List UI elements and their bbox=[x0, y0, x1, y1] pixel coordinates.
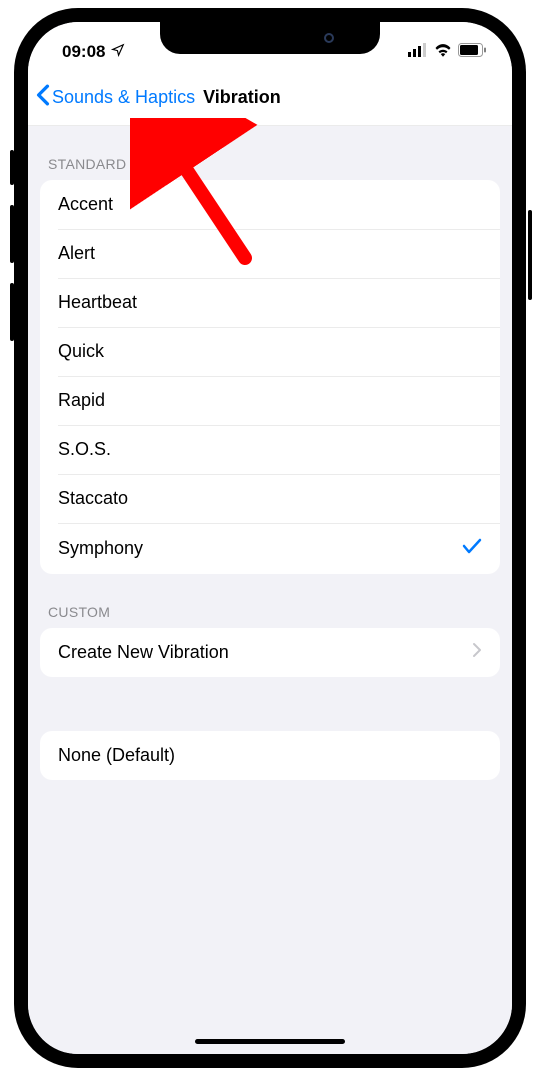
list-group-custom: Create New Vibration bbox=[40, 628, 500, 677]
content-area: STANDARD Accent Alert Heartbeat Quick Ra… bbox=[28, 126, 512, 1054]
notch bbox=[160, 22, 380, 54]
cellular-signal-icon bbox=[408, 42, 428, 62]
front-camera-icon bbox=[324, 33, 334, 43]
vibration-option-alert[interactable]: Alert bbox=[40, 229, 500, 278]
back-button[interactable]: Sounds & Haptics bbox=[36, 84, 195, 111]
vibration-option-symphony[interactable]: Symphony bbox=[40, 523, 500, 574]
list-item-label: Create New Vibration bbox=[58, 642, 229, 663]
section-header-custom: CUSTOM bbox=[28, 574, 512, 628]
section-header-standard: STANDARD bbox=[28, 126, 512, 180]
battery-icon bbox=[458, 42, 486, 62]
list-group-standard: Accent Alert Heartbeat Quick Rapid S.O.S… bbox=[40, 180, 500, 574]
vibration-option-quick[interactable]: Quick bbox=[40, 327, 500, 376]
section-header-none bbox=[28, 677, 512, 731]
home-indicator[interactable] bbox=[195, 1039, 345, 1044]
screen: 09:08 bbox=[28, 22, 512, 1054]
list-item-label: Symphony bbox=[58, 538, 143, 559]
back-label: Sounds & Haptics bbox=[52, 87, 195, 108]
side-power-button bbox=[528, 210, 532, 300]
chevron-right-icon bbox=[472, 642, 482, 663]
list-item-label: Quick bbox=[58, 341, 104, 362]
vibration-option-staccato[interactable]: Staccato bbox=[40, 474, 500, 523]
chevron-left-icon bbox=[36, 84, 50, 111]
vibration-option-none[interactable]: None (Default) bbox=[40, 731, 500, 780]
checkmark-icon bbox=[462, 537, 482, 560]
vibration-option-accent[interactable]: Accent bbox=[40, 180, 500, 229]
page-title: Vibration bbox=[203, 87, 281, 108]
phone-frame: 09:08 bbox=[14, 8, 526, 1068]
list-group-none: None (Default) bbox=[40, 731, 500, 780]
list-item-label: Alert bbox=[58, 243, 95, 264]
status-time: 09:08 bbox=[62, 42, 105, 62]
list-item-label: Rapid bbox=[58, 390, 105, 411]
list-item-label: Heartbeat bbox=[58, 292, 137, 313]
vibration-option-heartbeat[interactable]: Heartbeat bbox=[40, 278, 500, 327]
wifi-icon bbox=[434, 42, 452, 62]
vibration-option-sos[interactable]: S.O.S. bbox=[40, 425, 500, 474]
vibration-option-rapid[interactable]: Rapid bbox=[40, 376, 500, 425]
create-new-vibration-button[interactable]: Create New Vibration bbox=[40, 628, 500, 677]
list-item-label: Staccato bbox=[58, 488, 128, 509]
nav-bar: Sounds & Haptics Vibration bbox=[28, 70, 512, 126]
list-item-label: None (Default) bbox=[58, 745, 175, 766]
list-item-label: S.O.S. bbox=[58, 439, 111, 460]
list-item-label: Accent bbox=[58, 194, 113, 215]
location-arrow-icon bbox=[111, 42, 125, 62]
